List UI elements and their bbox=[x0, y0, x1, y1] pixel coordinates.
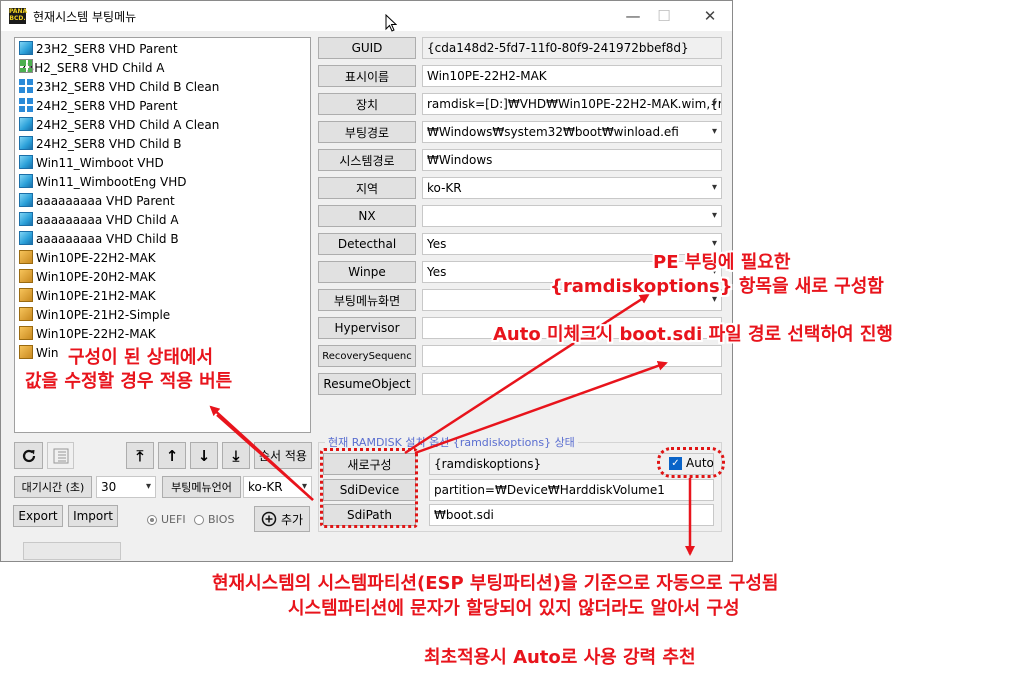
pe-note-line-1: PE 부팅에 필요한 bbox=[653, 252, 791, 273]
esp-note-line-1: 현재시스템의 시스템파티션(ESP 부팅파티션)을 기준으로 자동으로 구성됨 bbox=[212, 573, 779, 594]
pe-note-line-2: {ramdiskoptions} 항목을 새로 구성함 bbox=[550, 276, 884, 297]
apply-note-line-1: 구성이 된 상태에서 bbox=[68, 347, 214, 368]
recommend-note: 최초적용시 Auto로 사용 강력 추천 bbox=[424, 647, 696, 668]
apply-note-line-2: 값을 수정할 경우 적용 버튼 bbox=[25, 371, 233, 392]
arrow-to-pe-note bbox=[404, 293, 650, 455]
auto-note: Auto 미체크시 boot.sdi 파일 경로 선택하여 진행 bbox=[493, 324, 893, 345]
arrow-to-auto-note bbox=[414, 360, 668, 455]
esp-note-line-2: 시스템파티션에 문자가 할당되어 있지 않더라도 알아서 구성 bbox=[288, 598, 740, 619]
